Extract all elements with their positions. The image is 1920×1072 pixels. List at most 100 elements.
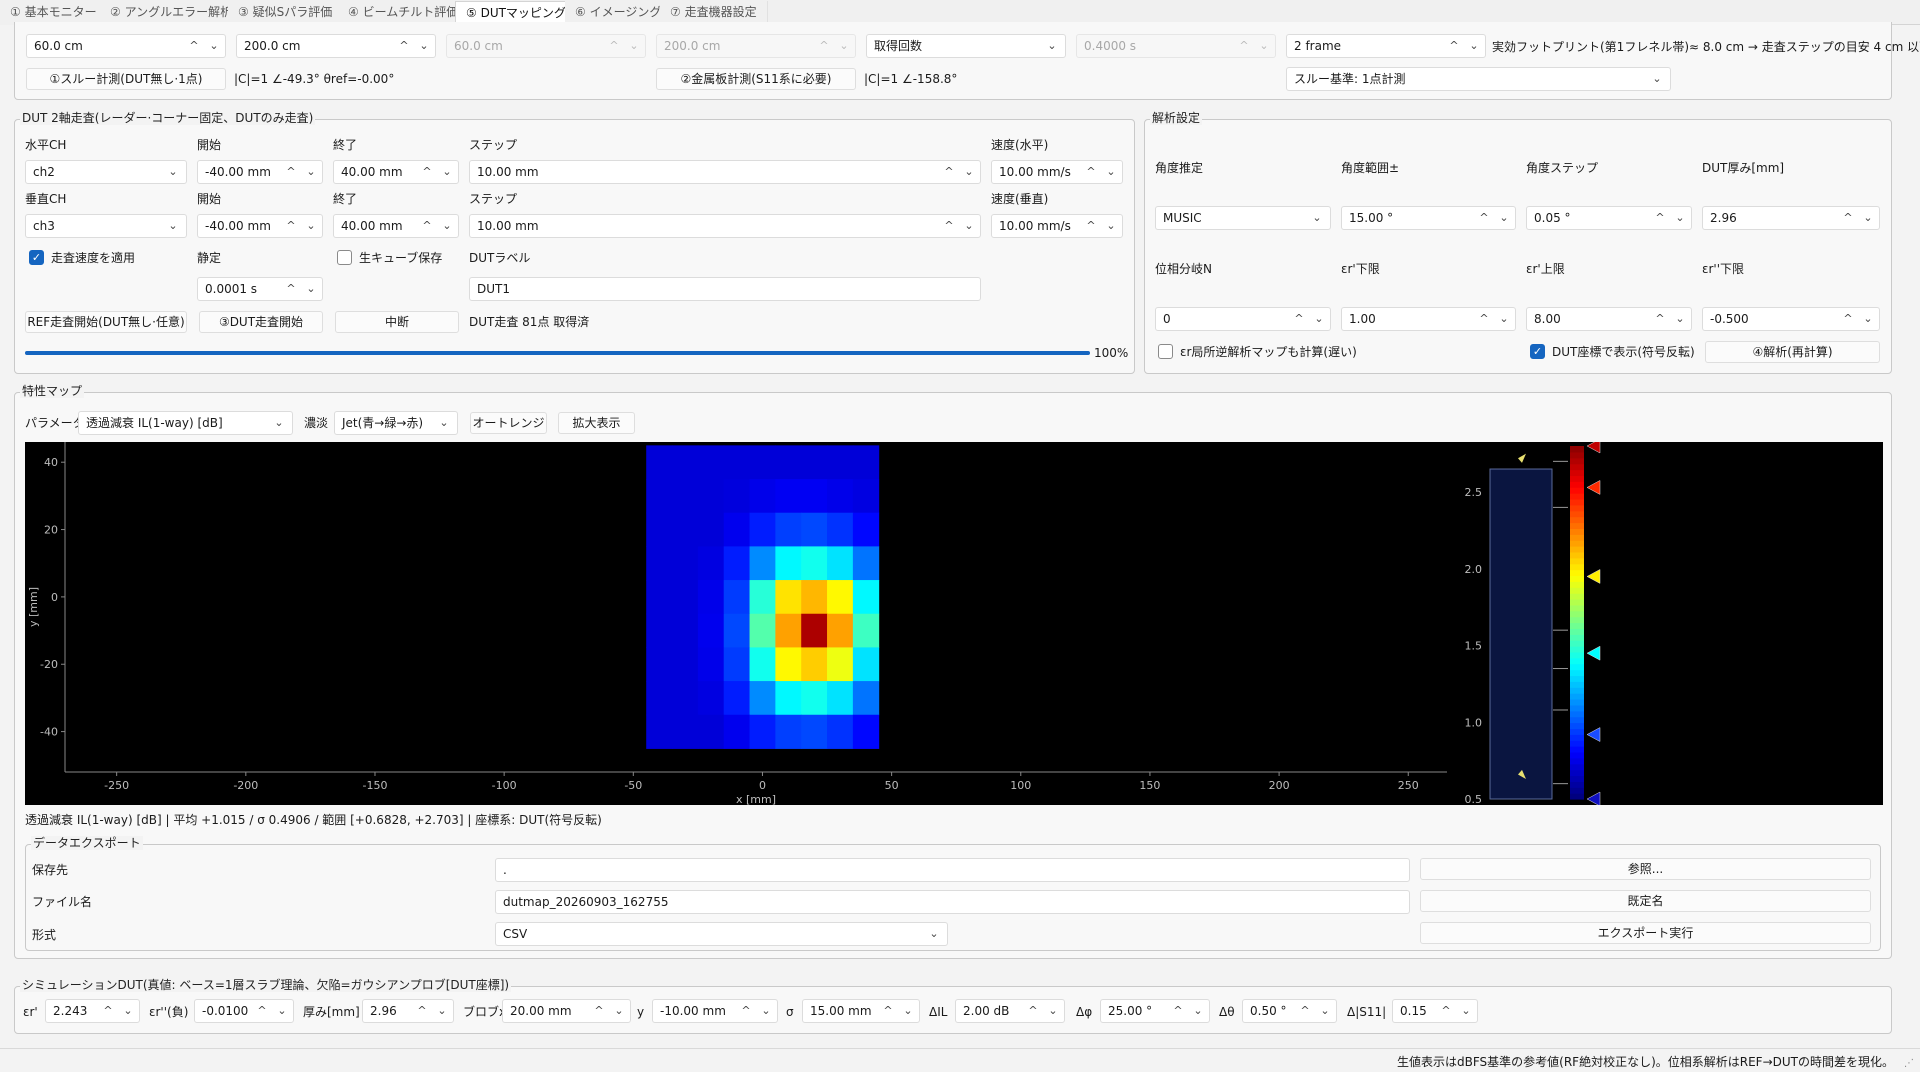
- up-icon[interactable]: ^: [395, 35, 413, 57]
- shade-select[interactable]: Jet(青→緑→赤) ⌄: [334, 411, 458, 435]
- sim-thick-spinbox[interactable]: 2.96 ^ ⌄: [362, 999, 454, 1023]
- stop-button[interactable]: 中断: [335, 311, 459, 333]
- angle-step-spinbox[interactable]: 0.05 ° ^ ⌄: [1526, 206, 1692, 230]
- up-icon[interactable]: ^: [737, 1000, 755, 1022]
- up-icon[interactable]: ^: [282, 278, 300, 300]
- up-icon[interactable]: ^: [1437, 1000, 1455, 1022]
- chevron-down-icon[interactable]: ⌄: [438, 161, 456, 183]
- local-inverse-checkbox[interactable]: [1158, 344, 1173, 359]
- thru-measure-button[interactable]: ①スルー計測(DUT無し·1点): [26, 68, 226, 90]
- up-icon[interactable]: ^: [418, 215, 436, 237]
- chevron-down-icon[interactable]: ⌄: [1671, 308, 1689, 330]
- file-name-input[interactable]: dutmap_20260903_162755: [495, 890, 1410, 914]
- export-run-button[interactable]: エクスポート実行: [1420, 922, 1871, 944]
- up-icon[interactable]: ^: [413, 1000, 431, 1022]
- chevron-down-icon[interactable]: ⌄: [1465, 35, 1483, 57]
- chevron-down-icon[interactable]: ⌄: [302, 161, 320, 183]
- up-icon[interactable]: ^: [1475, 207, 1493, 229]
- sim-dil-spinbox[interactable]: 2.00 dB ^ ⌄: [955, 999, 1065, 1023]
- er2-lo-spinbox[interactable]: -0.500 ^ ⌄: [1702, 307, 1880, 331]
- chevron-down-icon[interactable]: ⌄: [1457, 1000, 1475, 1022]
- up-icon[interactable]: ^: [590, 1000, 608, 1022]
- up-icon[interactable]: ^: [1651, 308, 1669, 330]
- chevron-down-icon[interactable]: ⌄: [610, 1000, 628, 1022]
- ref-scan-button[interactable]: REF走査開始(DUT無し·任意): [25, 311, 187, 333]
- chevron-down-icon[interactable]: ⌄: [1495, 308, 1513, 330]
- characteristic-map-plot[interactable]: -250 -200 -150 -100 -50 0 50 100 150 200 250 -40 -20…: [25, 442, 1883, 805]
- dut-label-input[interactable]: DUT1: [469, 277, 981, 301]
- chevron-down-icon[interactable]: ⌄: [1316, 1000, 1334, 1022]
- angle-range-spinbox[interactable]: 15.00 ° ^ ⌄: [1341, 206, 1516, 230]
- phase-branch-spinbox[interactable]: 0 ^ ⌄: [1155, 307, 1331, 331]
- zoom-button[interactable]: 拡大表示: [558, 412, 635, 434]
- h-ch-select[interactable]: ch2 ⌄: [25, 160, 187, 184]
- sim-ds11-spinbox[interactable]: 0.15 ^ ⌄: [1392, 999, 1478, 1023]
- chevron-down-icon[interactable]: ⌄: [302, 278, 320, 300]
- up-icon[interactable]: ^: [1290, 308, 1308, 330]
- up-icon[interactable]: ^: [282, 161, 300, 183]
- chevron-down-icon[interactable]: ⌄: [1671, 207, 1689, 229]
- sim-er1-spinbox[interactable]: 2.243 ^ ⌄: [45, 999, 140, 1023]
- up-icon[interactable]: ^: [185, 35, 203, 57]
- chevron-down-icon[interactable]: ⌄: [960, 161, 978, 183]
- up-icon[interactable]: ^: [99, 1000, 117, 1022]
- sim-er2-spinbox[interactable]: -0.0100 ^ ⌄: [194, 999, 294, 1023]
- sim-blobx-spinbox[interactable]: 20.00 mm ^ ⌄: [502, 999, 631, 1023]
- default-name-button[interactable]: 既定名: [1420, 890, 1871, 912]
- chevron-down-icon[interactable]: ⌄: [1859, 207, 1877, 229]
- chevron-down-icon[interactable]: ⌄: [205, 35, 223, 57]
- up-icon[interactable]: ^: [1082, 215, 1100, 237]
- dut-thick-spinbox[interactable]: 2.96 ^ ⌄: [1702, 206, 1880, 230]
- angle-method-select[interactable]: MUSIC ⌄: [1155, 206, 1331, 230]
- frame-count-spinbox[interactable]: 2 frame ^ ⌄: [1286, 34, 1486, 58]
- chevron-down-icon[interactable]: ⌄: [438, 215, 456, 237]
- resize-grip-icon[interactable]: ⋰: [1904, 1056, 1914, 1072]
- up-icon[interactable]: ^: [418, 161, 436, 183]
- sim-y-spinbox[interactable]: -10.00 mm ^ ⌄: [652, 999, 778, 1023]
- er-lo-spinbox[interactable]: 1.00 ^ ⌄: [1341, 307, 1516, 331]
- up-icon[interactable]: ^: [1839, 207, 1857, 229]
- metal-measure-button[interactable]: ②金属板計測(S11系に必要): [656, 68, 856, 90]
- h-speed-spinbox[interactable]: 10.00 mm/s ^ ⌄: [991, 160, 1123, 184]
- apply-speed-checkbox[interactable]: ✓: [29, 250, 44, 265]
- chevron-down-icon[interactable]: ⌄: [119, 1000, 137, 1022]
- h-end-spinbox[interactable]: 40.00 mm ^ ⌄: [333, 160, 459, 184]
- param-select[interactable]: 透過減衰 IL(1-way) [dB] ⌄: [78, 411, 293, 435]
- chevron-down-icon[interactable]: ⌄: [1859, 308, 1877, 330]
- h-start-spinbox[interactable]: -40.00 mm ^ ⌄: [197, 160, 323, 184]
- up-icon[interactable]: ^: [282, 215, 300, 237]
- settle-spinbox[interactable]: 0.0001 s ^ ⌄: [197, 277, 323, 301]
- browse-button[interactable]: 参照...: [1420, 858, 1871, 880]
- sim-dphi-spinbox[interactable]: 25.00 ° ^ ⌄: [1100, 999, 1210, 1023]
- chevron-down-icon[interactable]: ⌄: [415, 35, 433, 57]
- v-speed-spinbox[interactable]: 10.00 mm/s ^ ⌄: [991, 214, 1123, 238]
- h-step-spinbox[interactable]: 10.00 mm ^ ⌄: [469, 160, 981, 184]
- format-select[interactable]: CSV ⌄: [495, 922, 948, 946]
- reanalyze-button[interactable]: ④解析(再計算): [1705, 341, 1880, 363]
- up-icon[interactable]: ^: [1169, 1000, 1187, 1022]
- up-icon[interactable]: ^: [1296, 1000, 1314, 1022]
- up-icon[interactable]: ^: [1839, 308, 1857, 330]
- dut-scan-button[interactable]: ③DUT走査開始: [199, 311, 323, 333]
- chevron-down-icon[interactable]: ⌄: [302, 215, 320, 237]
- distance-1-spinbox[interactable]: 60.0 cm ^ ⌄: [26, 34, 226, 58]
- er-hi-spinbox[interactable]: 8.00 ^ ⌄: [1526, 307, 1692, 331]
- v-ch-select[interactable]: ch3 ⌄: [25, 214, 187, 238]
- chevron-down-icon[interactable]: ⌄: [757, 1000, 775, 1022]
- chevron-down-icon[interactable]: ⌄: [1495, 207, 1513, 229]
- up-icon[interactable]: ^: [1475, 308, 1493, 330]
- acquire-count-select[interactable]: 取得回数 ⌄: [866, 34, 1066, 58]
- up-icon[interactable]: ^: [879, 1000, 897, 1022]
- auto-range-button[interactable]: オートレンジ: [470, 412, 547, 434]
- up-icon[interactable]: ^: [1024, 1000, 1042, 1022]
- up-icon[interactable]: ^: [1082, 161, 1100, 183]
- sim-dth-spinbox[interactable]: 0.50 ° ^ ⌄: [1242, 999, 1337, 1023]
- up-icon[interactable]: ^: [1651, 207, 1669, 229]
- chevron-down-icon[interactable]: ⌄: [273, 1000, 291, 1022]
- up-icon[interactable]: ^: [940, 161, 958, 183]
- dest-input[interactable]: .: [495, 858, 1410, 882]
- chevron-down-icon[interactable]: ⌄: [960, 215, 978, 237]
- v-step-spinbox[interactable]: 10.00 mm ^ ⌄: [469, 214, 981, 238]
- v-start-spinbox[interactable]: -40.00 mm ^ ⌄: [197, 214, 323, 238]
- up-icon[interactable]: ^: [940, 215, 958, 237]
